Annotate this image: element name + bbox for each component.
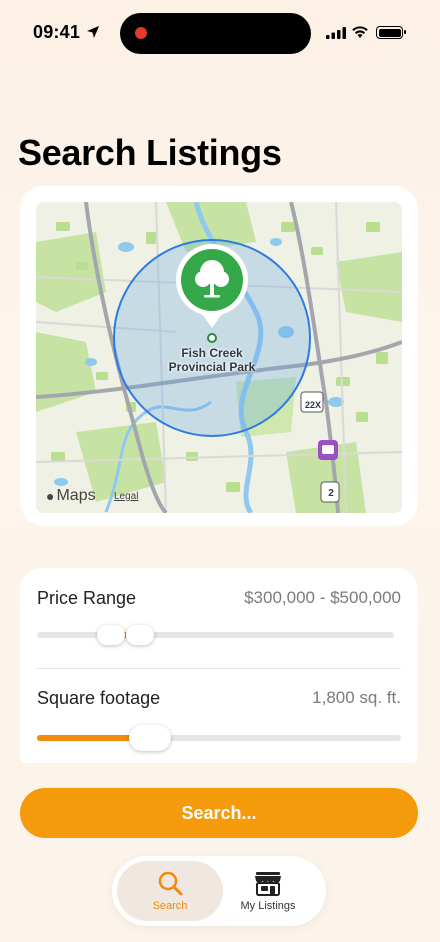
wifi-icon [352, 26, 368, 38]
price-range-label: Price Range [37, 588, 137, 608]
map-card: Fish Creek Provincial Park 22X 2 ● Maps … [20, 186, 418, 526]
storefront-icon [255, 872, 281, 896]
apple-logo-icon: ● [46, 488, 55, 504]
tab-search[interactable]: Search [117, 861, 223, 921]
battery-icon [376, 26, 406, 39]
square-footage-thumb[interactable] [129, 725, 171, 751]
location-arrow-icon [87, 26, 99, 38]
square-footage-label: Square footage [37, 688, 161, 708]
status-bar: 09:41 [0, 0, 440, 66]
square-footage-value: 1,800 sq. ft. [312, 688, 401, 707]
magnifier-icon [158, 871, 183, 896]
route-label-2: 2 [328, 488, 334, 499]
filters-card: Price Range $300,000 - $500,000 Square f… [20, 568, 418, 763]
status-time: 09:41 [33, 22, 81, 42]
marker-icon [318, 440, 338, 460]
tab-bar: Search My Listings [112, 856, 326, 926]
map-view[interactable]: Fish Creek Provincial Park 22X 2 ● Maps … [36, 202, 402, 513]
dynamic-island [120, 13, 311, 54]
place-label: Fish Creek Provincial Park [168, 346, 256, 374]
tab-search-label: Search [152, 900, 188, 912]
tab-my-listings[interactable]: My Listings [215, 861, 321, 921]
price-range-row: Price Range $300,000 - $500,000 [37, 588, 401, 609]
square-footage-row: Square footage 1,800 sq. ft. [37, 688, 401, 709]
recording-indicator [135, 27, 147, 39]
price-min-thumb[interactable] [97, 625, 125, 645]
tab-my-listings-label: My Listings [240, 900, 296, 912]
cellular-signal-icon [326, 27, 346, 39]
divider [37, 668, 401, 669]
price-range-track[interactable] [37, 632, 394, 638]
legal-link[interactable]: Legal [114, 491, 138, 502]
page-title: Search Listings [18, 132, 282, 173]
maps-attribution: ● Maps [46, 487, 96, 504]
price-max-thumb[interactable] [126, 625, 154, 645]
search-button[interactable]: Search... [20, 788, 418, 838]
route-label-22x: 22X [304, 400, 321, 410]
price-range-value: $300,000 - $500,000 [244, 588, 401, 607]
